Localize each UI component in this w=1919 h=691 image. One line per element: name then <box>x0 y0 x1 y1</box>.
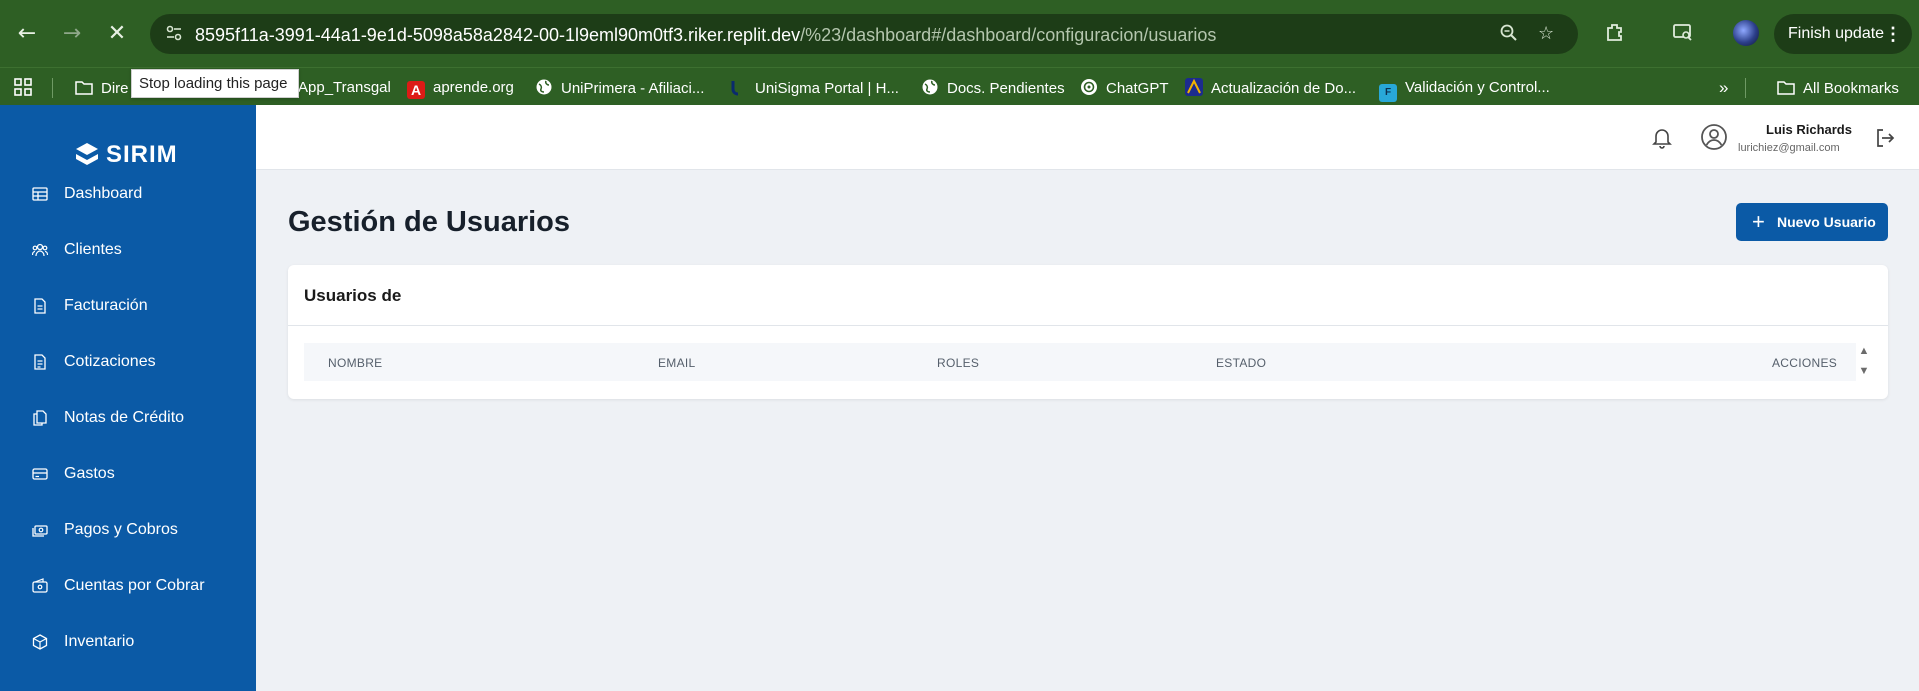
openai-icon <box>1080 78 1098 96</box>
file-icon <box>34 298 46 314</box>
url-text: 8595f11a-3991-44a1-9e1d-5098a58a2842-00-… <box>195 25 1217 45</box>
column-header-roles[interactable]: ROLES <box>937 356 979 370</box>
users-card: Usuarios de NOMBRE EMAIL ROLES ESTADO AC… <box>288 265 1888 399</box>
tab-search-icon[interactable] <box>1672 21 1694 48</box>
column-header-email[interactable]: EMAIL <box>658 356 696 370</box>
globe-icon <box>921 78 939 96</box>
stop-loading-icon[interactable]: ✕ <box>103 20 131 48</box>
sirim-logo-icon <box>76 143 98 165</box>
card-divider <box>288 325 1888 326</box>
sidebar-item-facturacion[interactable]: Facturación <box>0 286 256 326</box>
table-icon <box>32 187 48 201</box>
sidebar-item-cuentas-por-cobrar[interactable]: Cuentas por Cobrar <box>0 566 256 606</box>
bookmark-docs-pendientes[interactable]: Docs. Pendientes <box>921 78 1065 98</box>
bookmark-dire[interactable]: Dire <box>75 78 129 98</box>
browser-toolbar: ← → ✕ 8595f11a-3991-44a1-9e1d-5098a58a28… <box>0 0 1919 67</box>
users-icon <box>32 243 48 257</box>
more-icon[interactable]: ⋮ <box>1884 14 1902 54</box>
sidebar-item-inventario[interactable]: Inventario <box>0 622 256 662</box>
bookmark-uniprimera[interactable]: UniPrimera - Afiliaci... <box>535 78 704 98</box>
credit-card-icon <box>32 468 48 480</box>
angular-icon: A <box>407 81 425 99</box>
sidebar: SIRIM Dashboard Clientes Facturación Cot… <box>0 105 256 691</box>
unisigma-icon <box>729 78 747 96</box>
bookmark-unisigma[interactable]: UniSigma Portal | H... <box>729 78 899 98</box>
bookmark-aprende[interactable]: Aaprende.org <box>407 78 514 99</box>
bookmark-actualizacion[interactable]: Actualización de Do... <box>1185 78 1356 98</box>
card-title: Usuarios de <box>304 286 402 305</box>
user-avatar-icon[interactable] <box>1700 123 1728 151</box>
address-bar[interactable]: 8595f11a-3991-44a1-9e1d-5098a58a2842-00-… <box>150 14 1578 54</box>
brand-logo[interactable]: SIRIM <box>74 141 178 169</box>
scroll-up-arrow-icon[interactable]: ▲ <box>1856 345 1872 359</box>
globe-icon <box>535 78 553 96</box>
bookmarks-divider <box>52 78 53 98</box>
scroll-down-arrow-icon[interactable]: ▼ <box>1856 365 1872 379</box>
user-name: Luis Richards <box>1766 122 1852 137</box>
app-icon <box>1185 78 1203 96</box>
box-icon <box>32 634 48 650</box>
bookmark-chatgpt[interactable]: ChatGPT <box>1080 78 1169 98</box>
more-bookmarks-icon[interactable]: » <box>1719 78 1728 98</box>
forward-icon[interactable]: → <box>58 20 86 48</box>
profile-avatar-icon[interactable] <box>1733 20 1759 46</box>
site-settings-icon[interactable] <box>164 23 184 48</box>
column-header-acciones[interactable]: ACCIONES <box>1772 356 1837 370</box>
new-user-button[interactable]: + Nuevo Usuario <box>1736 203 1888 241</box>
sidebar-item-clientes[interactable]: Clientes <box>0 230 256 270</box>
bookmarks-divider <box>1745 78 1746 98</box>
sidebar-item-pagos-y-cobros[interactable]: Pagos y Cobros <box>0 510 256 550</box>
folder-icon <box>75 78 93 96</box>
folder-icon <box>1777 78 1795 96</box>
column-header-estado[interactable]: ESTADO <box>1216 356 1266 370</box>
column-header-nombre[interactable]: NOMBRE <box>328 356 382 370</box>
copy-file-icon <box>33 410 47 426</box>
file-text-icon <box>34 354 46 370</box>
logout-icon[interactable] <box>1874 127 1896 149</box>
sidebar-item-notas-de-credito[interactable]: Notas de Crédito <box>0 398 256 438</box>
bookmark-app-transgal[interactable]: App_Transgal <box>298 78 391 98</box>
all-bookmarks-button[interactable]: All Bookmarks <box>1777 78 1899 98</box>
star-icon[interactable]: ☆ <box>1538 23 1554 44</box>
cash-icon <box>32 525 48 537</box>
bookmark-validacion[interactable]: F Validación y Control... <box>1379 78 1550 102</box>
user-email: lurichiez@gmail.com <box>1738 142 1840 154</box>
sidebar-item-cotizaciones[interactable]: Cotizaciones <box>0 342 256 382</box>
plus-icon: + <box>1752 209 1765 234</box>
page-title: Gestión de Usuarios <box>288 206 571 238</box>
powerapps-icon: F <box>1379 84 1397 102</box>
bell-icon[interactable] <box>1652 127 1672 149</box>
stop-loading-tooltip: Stop loading this page <box>131 69 299 98</box>
table-header: NOMBRE EMAIL ROLES ESTADO ACCIONES <box>304 343 1856 381</box>
sidebar-item-gastos[interactable]: Gastos <box>0 454 256 494</box>
zoom-icon[interactable] <box>1499 23 1519 48</box>
back-icon[interactable]: ← <box>13 20 41 48</box>
finish-update-button[interactable]: Finish update ⋮ <box>1774 14 1912 54</box>
sidebar-item-dashboard[interactable]: Dashboard <box>0 174 256 214</box>
extensions-icon[interactable] <box>1604 21 1626 48</box>
apps-icon[interactable] <box>14 78 32 98</box>
wallet-icon <box>32 578 48 593</box>
